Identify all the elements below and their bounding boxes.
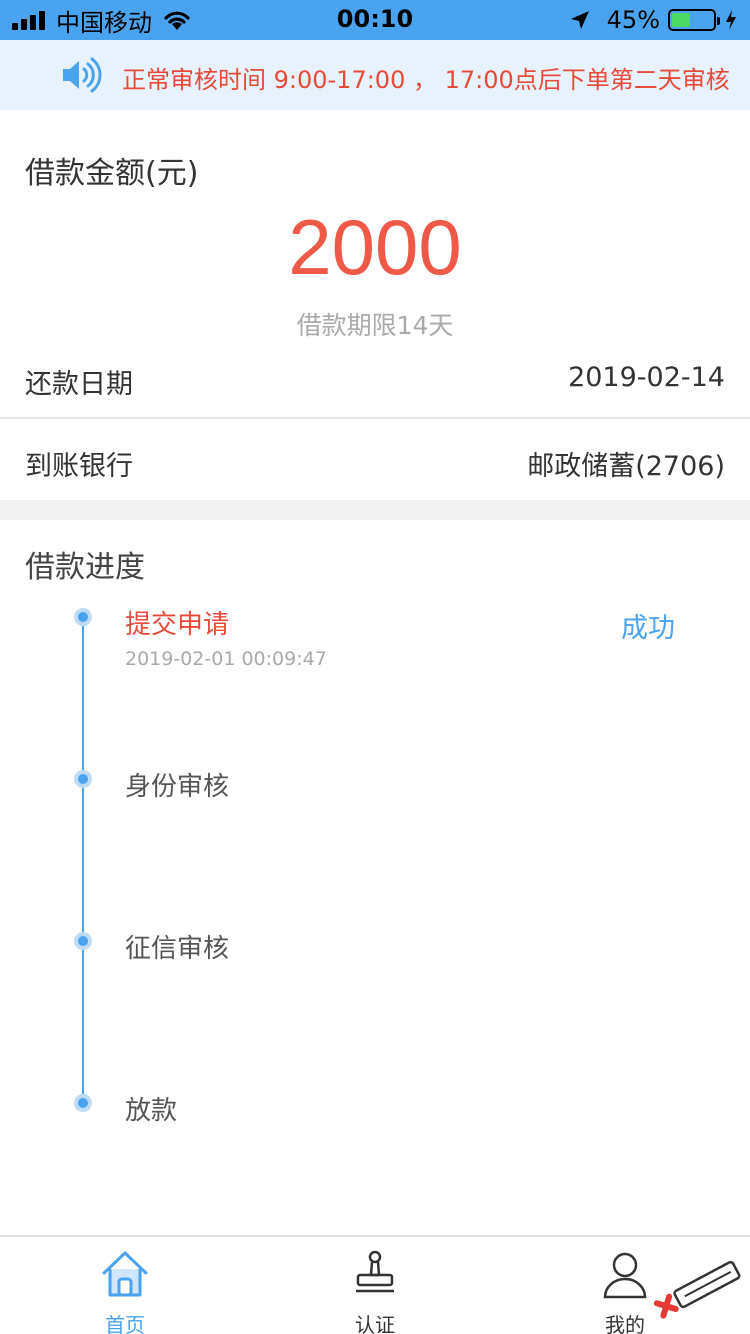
progress-title: 借款进度 xyxy=(25,550,145,585)
tab-certify-label: 认证 xyxy=(355,1313,395,1334)
tab-certify[interactable]: 认证 xyxy=(250,1237,500,1334)
bank-value: 邮政储蓄(2706) xyxy=(527,451,725,482)
watermark-logo xyxy=(653,1260,741,1319)
home-icon xyxy=(102,1251,148,1297)
step-disbursement: 放款 xyxy=(125,1096,178,1126)
timeline-dot xyxy=(74,1094,92,1112)
section-gap xyxy=(0,500,750,520)
stamp-icon xyxy=(356,1250,394,1293)
step-identity-review: 身份审核 xyxy=(125,772,230,802)
loan-amount: 2000 xyxy=(288,203,462,291)
step-submit-time: 2019-02-01 00:09:47 xyxy=(125,648,327,670)
timeline-line xyxy=(82,617,84,1103)
battery-icon xyxy=(668,9,720,31)
step-credit-review: 征信审核 xyxy=(125,934,230,964)
divider xyxy=(0,417,750,419)
timeline-dot xyxy=(74,608,92,626)
loan-progress: 借款进度 提交申请 2019-02-01 00:09:47 成功 身份审核 征信… xyxy=(0,520,750,1235)
step-submit-status: 成功 xyxy=(621,613,675,644)
amount-label: 借款金额(元) xyxy=(25,156,199,191)
loan-term: 借款期限14天 xyxy=(296,311,454,340)
battery-fill xyxy=(672,13,690,27)
loan-card: 借款金额(元) 2000 借款期限14天 还款日期 2019-02-14 到账银… xyxy=(0,110,750,500)
repay-date-label: 还款日期 xyxy=(25,369,133,400)
status-bar: 中国移动 00:10 45% xyxy=(0,0,750,40)
timeline-dot xyxy=(74,770,92,788)
location-arrow-icon xyxy=(570,11,589,29)
repay-date-value: 2019-02-14 xyxy=(568,362,725,393)
status-right: 45% xyxy=(569,6,738,34)
speaker-icon xyxy=(63,57,102,93)
charging-bolt-icon xyxy=(726,10,736,30)
step-submit: 提交申请 xyxy=(125,610,230,640)
bank-label: 到账银行 xyxy=(25,451,133,482)
notice-banner: 正常审核时间 9:00-17:00 ， 17:00点后下单第二天审核 xyxy=(0,40,750,110)
notice-text: 正常审核时间 9:00-17:00 ， 17:00点后下单第二天审核 xyxy=(122,66,730,94)
tab-home[interactable]: 首页 xyxy=(0,1237,250,1334)
timeline-dot xyxy=(74,932,92,950)
battery-percent: 45% xyxy=(606,6,660,34)
user-icon xyxy=(603,1252,647,1299)
tab-home-label: 首页 xyxy=(105,1313,145,1334)
tab-bar: 首页 认证 我的 xyxy=(0,1235,750,1334)
